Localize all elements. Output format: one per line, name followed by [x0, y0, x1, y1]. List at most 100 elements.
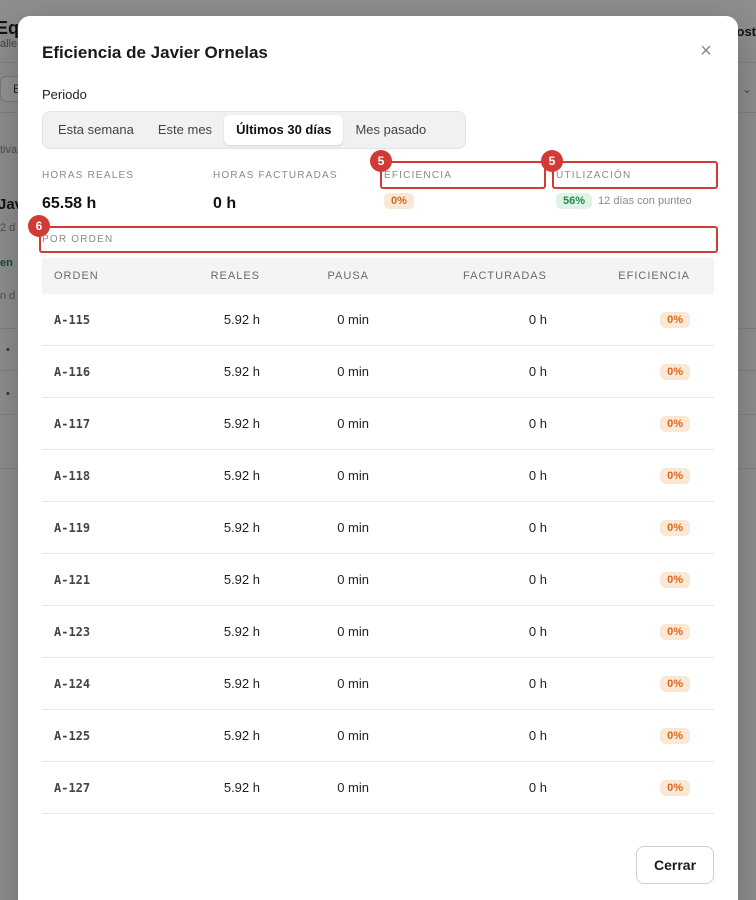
- cell-orden: A-119: [54, 520, 91, 535]
- efficiency-badge: 0%: [660, 416, 690, 432]
- highlight-box: [380, 161, 546, 189]
- stat-label: HORAS REALES: [42, 170, 135, 181]
- stat-value: 65.58 h: [42, 195, 97, 212]
- cell-facturadas: 0 h: [528, 572, 547, 587]
- efficiency-badge: 0%: [660, 780, 690, 796]
- cell-orden: A-116: [54, 364, 91, 379]
- cell-eficiencia: 0%: [547, 623, 702, 640]
- cell-facturadas: 0 h: [528, 416, 547, 431]
- cell-reales: 5.92 h: [223, 468, 260, 483]
- cell-reales: 5.92 h: [223, 312, 260, 327]
- table-row: A-124 5.92 h 0 min 0 h 0%: [42, 658, 714, 710]
- period-option-last-30-days[interactable]: Últimos 30 días: [224, 115, 344, 145]
- cell-reales: 5.92 h: [223, 572, 260, 587]
- period-selector: Esta semana Este mes Últimos 30 días Mes…: [42, 111, 466, 149]
- cell-eficiencia: 0%: [547, 779, 702, 796]
- cell-eficiencia: 0%: [547, 571, 702, 588]
- period-label: Periodo: [42, 87, 87, 102]
- cell-facturadas: 0 h: [528, 364, 547, 379]
- stat-hours-real: HORAS REALES 65.58 h: [42, 170, 134, 213]
- cell-pausa: 0 min: [337, 676, 369, 691]
- cell-pausa: 0 min: [337, 728, 369, 743]
- period-option-last-month[interactable]: Mes pasado: [343, 115, 438, 145]
- table-header: ORDEN REALES PAUSA FACTURADAS EFICIENCIA: [42, 258, 714, 294]
- efficiency-badge: 0%: [384, 193, 414, 209]
- table-body: A-115 5.92 h 0 min 0 h 0% A-116 5.92 h 0 min 0 h…: [42, 294, 714, 814]
- cell-facturadas: 0 h: [528, 520, 547, 535]
- efficiency-modal: Eficiencia de Javier Ornelas × Periodo E…: [18, 16, 738, 900]
- cell-orden: A-117: [54, 416, 91, 431]
- efficiency-badge: 0%: [660, 728, 690, 744]
- cell-pausa: 0 min: [337, 468, 369, 483]
- efficiency-badge: 0%: [660, 312, 690, 328]
- table-row: A-119 5.92 h 0 min 0 h 0%: [42, 502, 714, 554]
- cell-reales: 5.92 h: [223, 364, 260, 379]
- column-header-eficiencia: EFICIENCIA: [618, 270, 690, 282]
- column-header-orden: ORDEN: [54, 270, 99, 282]
- cell-orden: A-125: [54, 728, 91, 743]
- orders-table: ORDEN REALES PAUSA FACTURADAS EFICIENCIA…: [42, 258, 714, 814]
- close-button[interactable]: Cerrar: [636, 846, 714, 884]
- cell-reales: 5.92 h: [223, 676, 260, 691]
- cell-pausa: 0 min: [337, 624, 369, 639]
- close-icon[interactable]: ×: [696, 41, 716, 62]
- efficiency-badge: 0%: [660, 520, 690, 536]
- cell-facturadas: 0 h: [528, 780, 547, 795]
- efficiency-badge: 0%: [660, 676, 690, 692]
- cell-eficiencia: 0%: [547, 363, 702, 380]
- cell-orden: A-115: [54, 312, 91, 327]
- annotation-badge: 5: [370, 150, 392, 172]
- cell-orden: A-121: [54, 572, 91, 587]
- efficiency-badge: 0%: [660, 624, 690, 640]
- period-option-this-month[interactable]: Este mes: [146, 115, 224, 145]
- utilization-badge: 56%: [556, 193, 593, 209]
- utilization-note: 12 días con punteo: [598, 195, 692, 207]
- cell-eficiencia: 0%: [547, 675, 702, 692]
- cell-facturadas: 0 h: [528, 312, 547, 327]
- highlight-box: [552, 161, 718, 189]
- modal-title: Eficiencia de Javier Ornelas: [42, 43, 268, 62]
- cell-reales: 5.92 h: [223, 780, 260, 795]
- annotation-badge: 5: [541, 150, 563, 172]
- table-row: A-116 5.92 h 0 min 0 h 0%: [42, 346, 714, 398]
- cell-eficiencia: 0%: [547, 519, 702, 536]
- cell-eficiencia: 0%: [547, 415, 702, 432]
- column-header-facturadas: FACTURADAS: [463, 270, 547, 282]
- cell-pausa: 0 min: [337, 416, 369, 431]
- section-label-by-order: POR ORDEN: [42, 234, 114, 245]
- cell-reales: 5.92 h: [223, 624, 260, 639]
- cell-reales: 5.92 h: [223, 728, 260, 743]
- cell-facturadas: 0 h: [528, 676, 547, 691]
- stat-value: 0 h: [213, 195, 237, 212]
- column-header-pausa: PAUSA: [327, 270, 369, 282]
- cell-eficiencia: 0%: [547, 467, 702, 484]
- table-row: A-123 5.92 h 0 min 0 h 0%: [42, 606, 714, 658]
- column-header-reales: REALES: [210, 270, 260, 282]
- cell-eficiencia: 0%: [547, 311, 702, 328]
- efficiency-badge: 0%: [660, 468, 690, 484]
- cell-pausa: 0 min: [337, 780, 369, 795]
- table-row: A-117 5.92 h 0 min 0 h 0%: [42, 398, 714, 450]
- table-row: A-127 5.92 h 0 min 0 h 0%: [42, 762, 714, 814]
- stat-label: HORAS FACTURADAS: [213, 170, 338, 181]
- highlight-box: [39, 226, 718, 253]
- cell-eficiencia: 0%: [547, 727, 702, 744]
- table-row: A-115 5.92 h 0 min 0 h 0%: [42, 294, 714, 346]
- cell-orden: A-118: [54, 468, 91, 483]
- stat-hours-billed: HORAS FACTURADAS 0 h: [213, 170, 338, 213]
- cell-pausa: 0 min: [337, 572, 369, 587]
- table-row: A-118 5.92 h 0 min 0 h 0%: [42, 450, 714, 502]
- cell-facturadas: 0 h: [528, 468, 547, 483]
- cell-orden: A-124: [54, 676, 91, 691]
- table-row: A-121 5.92 h 0 min 0 h 0%: [42, 554, 714, 606]
- cell-pausa: 0 min: [337, 312, 369, 327]
- efficiency-badge: 0%: [660, 364, 690, 380]
- cell-pausa: 0 min: [337, 520, 369, 535]
- period-option-this-week[interactable]: Esta semana: [46, 115, 146, 145]
- cell-orden: A-123: [54, 624, 91, 639]
- table-row: A-125 5.92 h 0 min 0 h 0%: [42, 710, 714, 762]
- cell-reales: 5.92 h: [223, 520, 260, 535]
- cell-reales: 5.92 h: [223, 416, 260, 431]
- cell-facturadas: 0 h: [528, 728, 547, 743]
- cell-pausa: 0 min: [337, 364, 369, 379]
